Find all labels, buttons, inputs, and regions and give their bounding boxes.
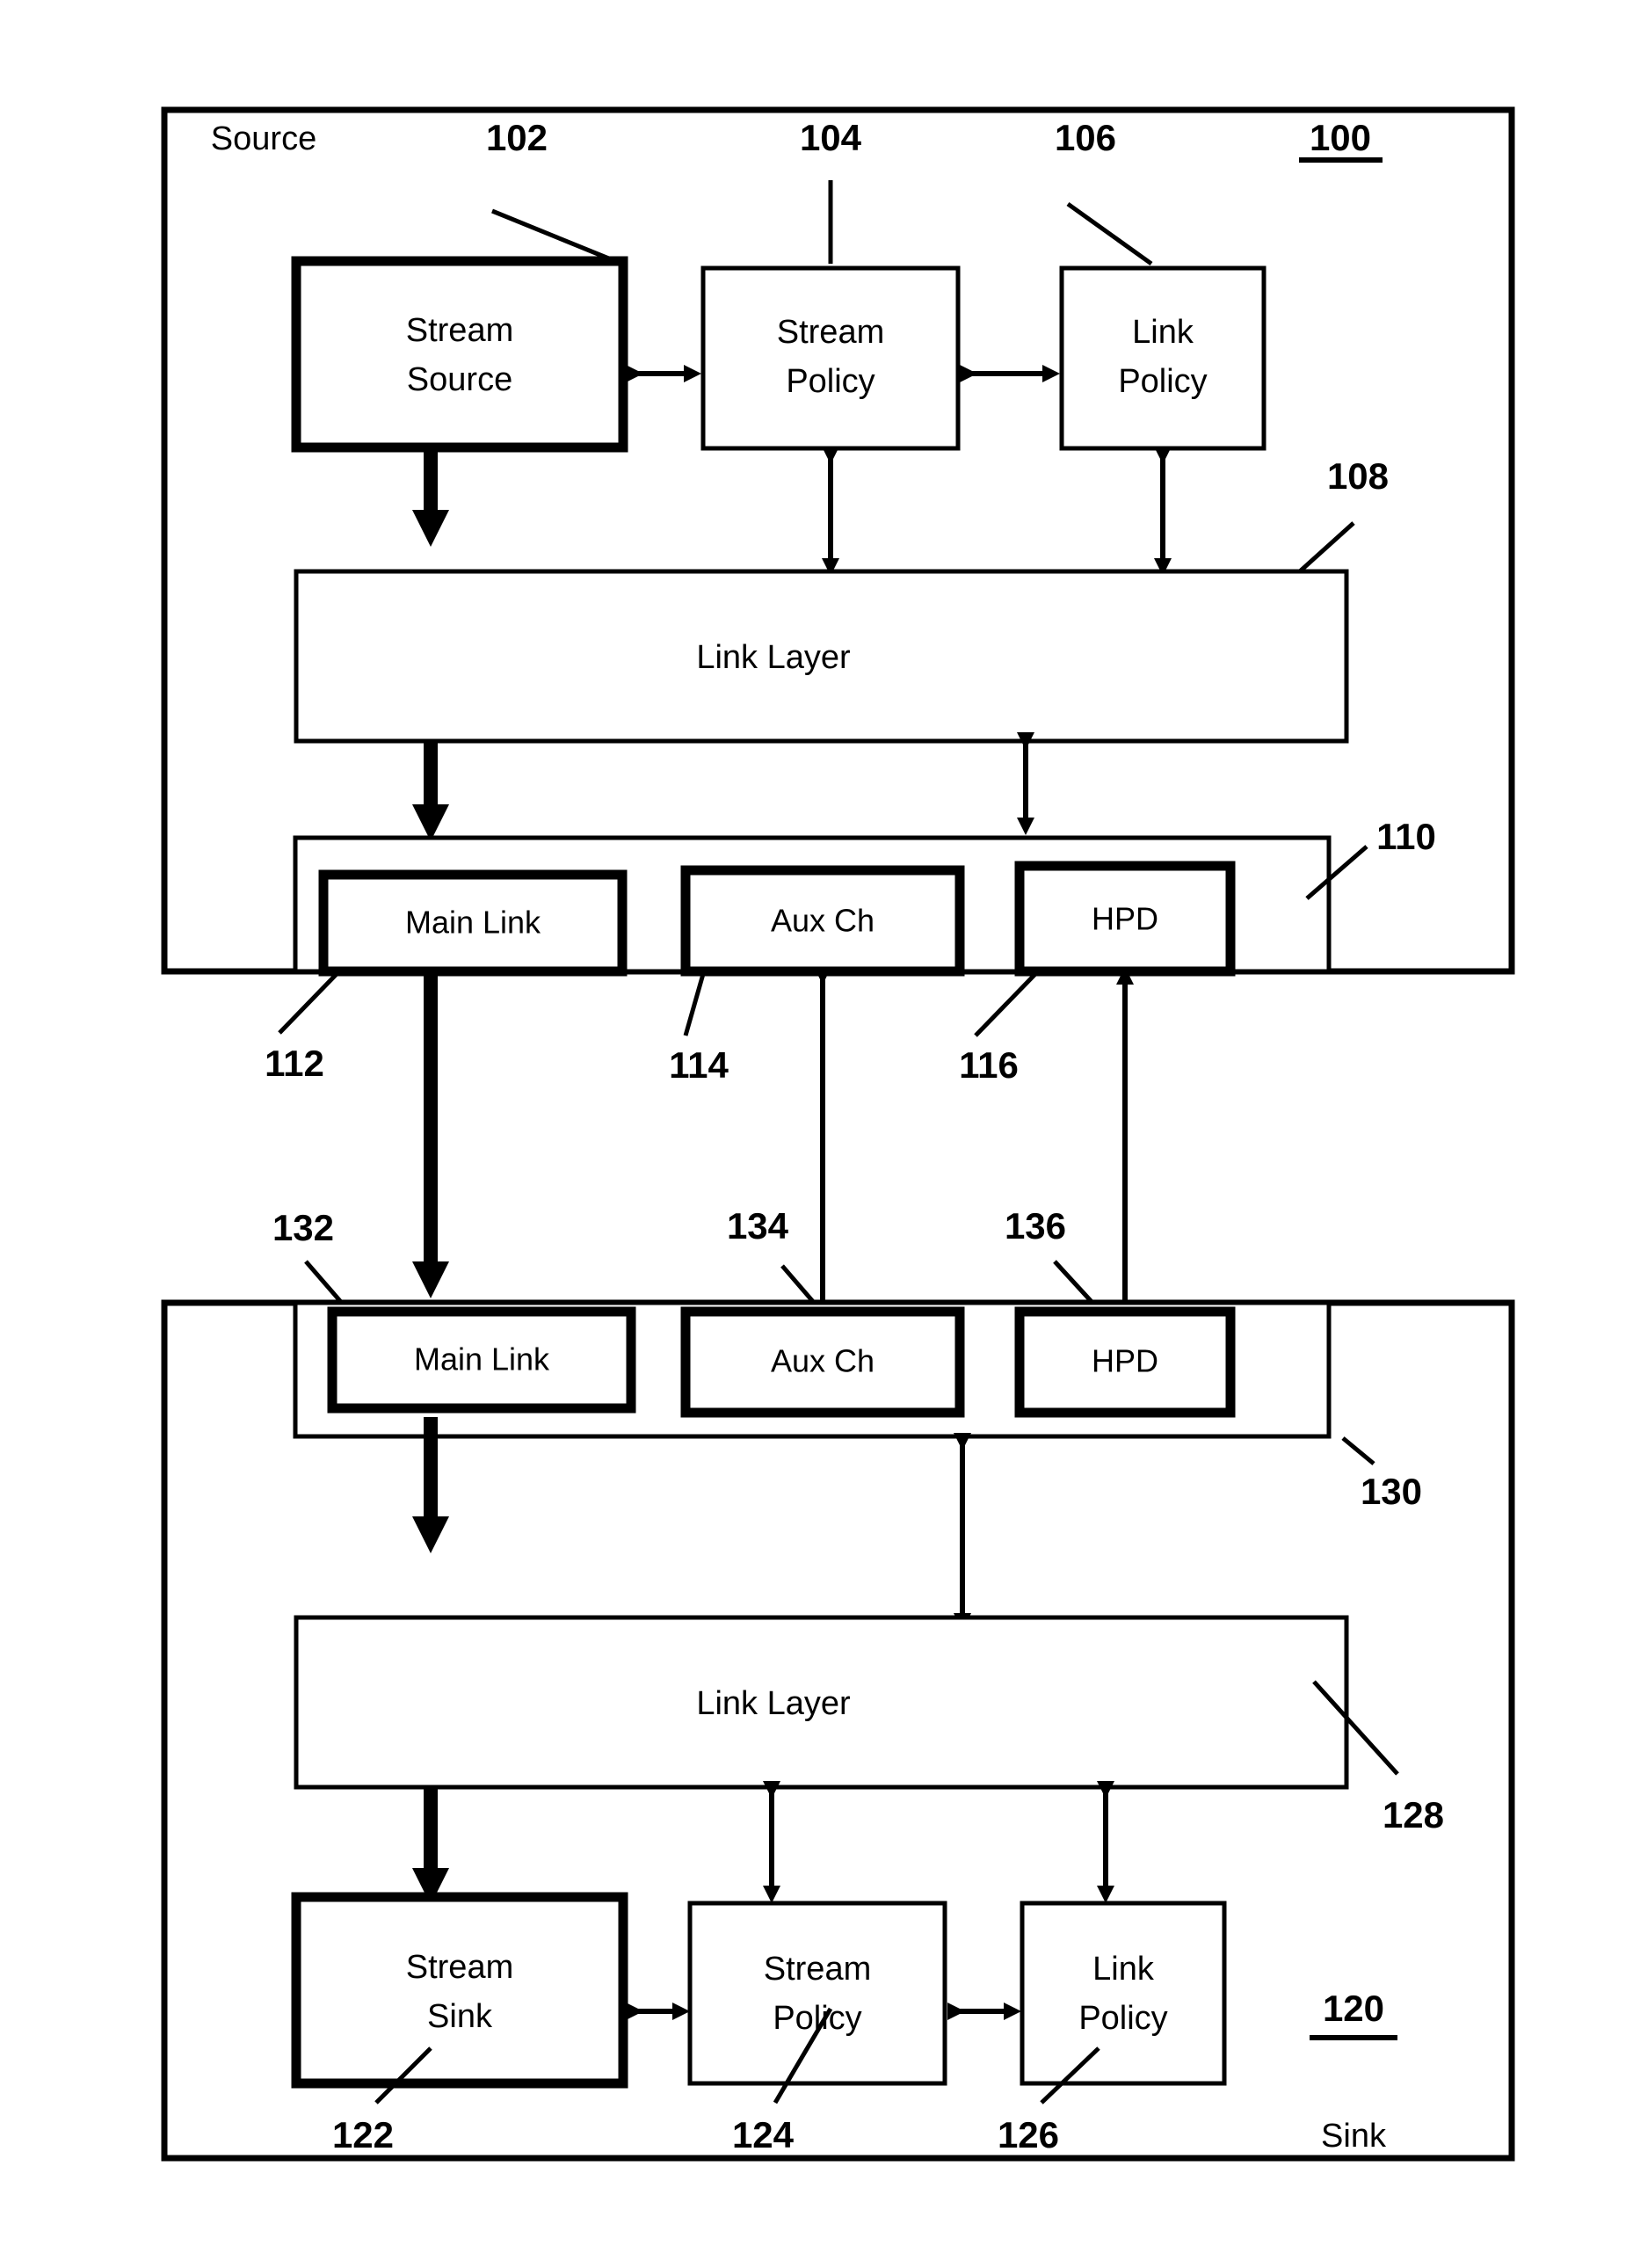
ref-102: 102	[486, 117, 548, 158]
sink-caption: Sink	[1321, 2118, 1387, 2155]
box-stream-policy-source	[700, 265, 961, 451]
box-stream-sink	[291, 1892, 628, 2089]
ref-100: 100	[1310, 117, 1371, 158]
stream-source-label-1: Stream	[406, 312, 513, 349]
ref-136: 136	[1005, 1205, 1066, 1247]
leader-116	[974, 972, 1037, 1037]
leader-102	[491, 208, 616, 264]
ref-128: 128	[1383, 1794, 1444, 1835]
ref-116: 116	[959, 1044, 1019, 1086]
link-layer-sink-label: Link Layer	[696, 1685, 851, 1722]
box-stream-policy-sink	[687, 1901, 947, 2086]
link-policy-src-label-1: Link	[1132, 314, 1194, 351]
stream-sink-label-2: Sink	[427, 1998, 493, 2035]
aux-ch-source-label: Aux Ch	[771, 903, 875, 939]
patent-figure: Source 100 102 104 106 Stream Source Str…	[0, 0, 1633, 2268]
hpd-source-label: HPD	[1092, 901, 1158, 937]
ref-108: 108	[1327, 455, 1389, 497]
stream-policy-sink-label-1: Stream	[764, 1951, 871, 1988]
box-link-policy-sink	[1020, 1901, 1227, 2086]
stream-policy-src-label-2: Policy	[786, 363, 875, 400]
ref-112: 112	[265, 1043, 324, 1084]
aux-ch-sink-label: Aux Ch	[771, 1343, 875, 1379]
box-link-policy-source	[1059, 265, 1266, 451]
ref-126: 126	[998, 2114, 1059, 2155]
stream-policy-src-label-1: Stream	[777, 314, 884, 351]
ref-134: 134	[727, 1205, 789, 1247]
stream-sink-label-1: Stream	[406, 1949, 513, 1986]
ref-124: 124	[732, 2114, 795, 2155]
ref-110: 110	[1376, 816, 1436, 857]
leader-130	[1341, 1436, 1375, 1465]
ref-114: 114	[669, 1044, 729, 1086]
link-policy-src-label-2: Policy	[1118, 363, 1207, 400]
ref-104: 104	[800, 117, 862, 158]
main-link-sink-label: Main Link	[414, 1341, 550, 1378]
ref-130: 130	[1361, 1471, 1422, 1512]
ref-122: 122	[332, 2114, 394, 2155]
hpd-sink-label: HPD	[1092, 1343, 1158, 1379]
stream-source-label-2: Source	[407, 361, 512, 398]
ref-132: 132	[272, 1207, 334, 1248]
ref-120: 120	[1323, 1988, 1384, 2029]
box-stream-source	[291, 256, 628, 453]
link-policy-sink-label-1: Link	[1092, 1951, 1155, 1988]
ref-106: 106	[1055, 117, 1116, 158]
leader-114	[683, 973, 706, 1036]
main-link-source-label: Main Link	[405, 905, 541, 941]
link-policy-sink-label-2: Policy	[1078, 2000, 1167, 2037]
leader-112	[278, 972, 338, 1035]
link-layer-source-label: Link Layer	[696, 639, 851, 676]
source-caption: Source	[211, 120, 316, 157]
leader-106	[1066, 201, 1153, 266]
